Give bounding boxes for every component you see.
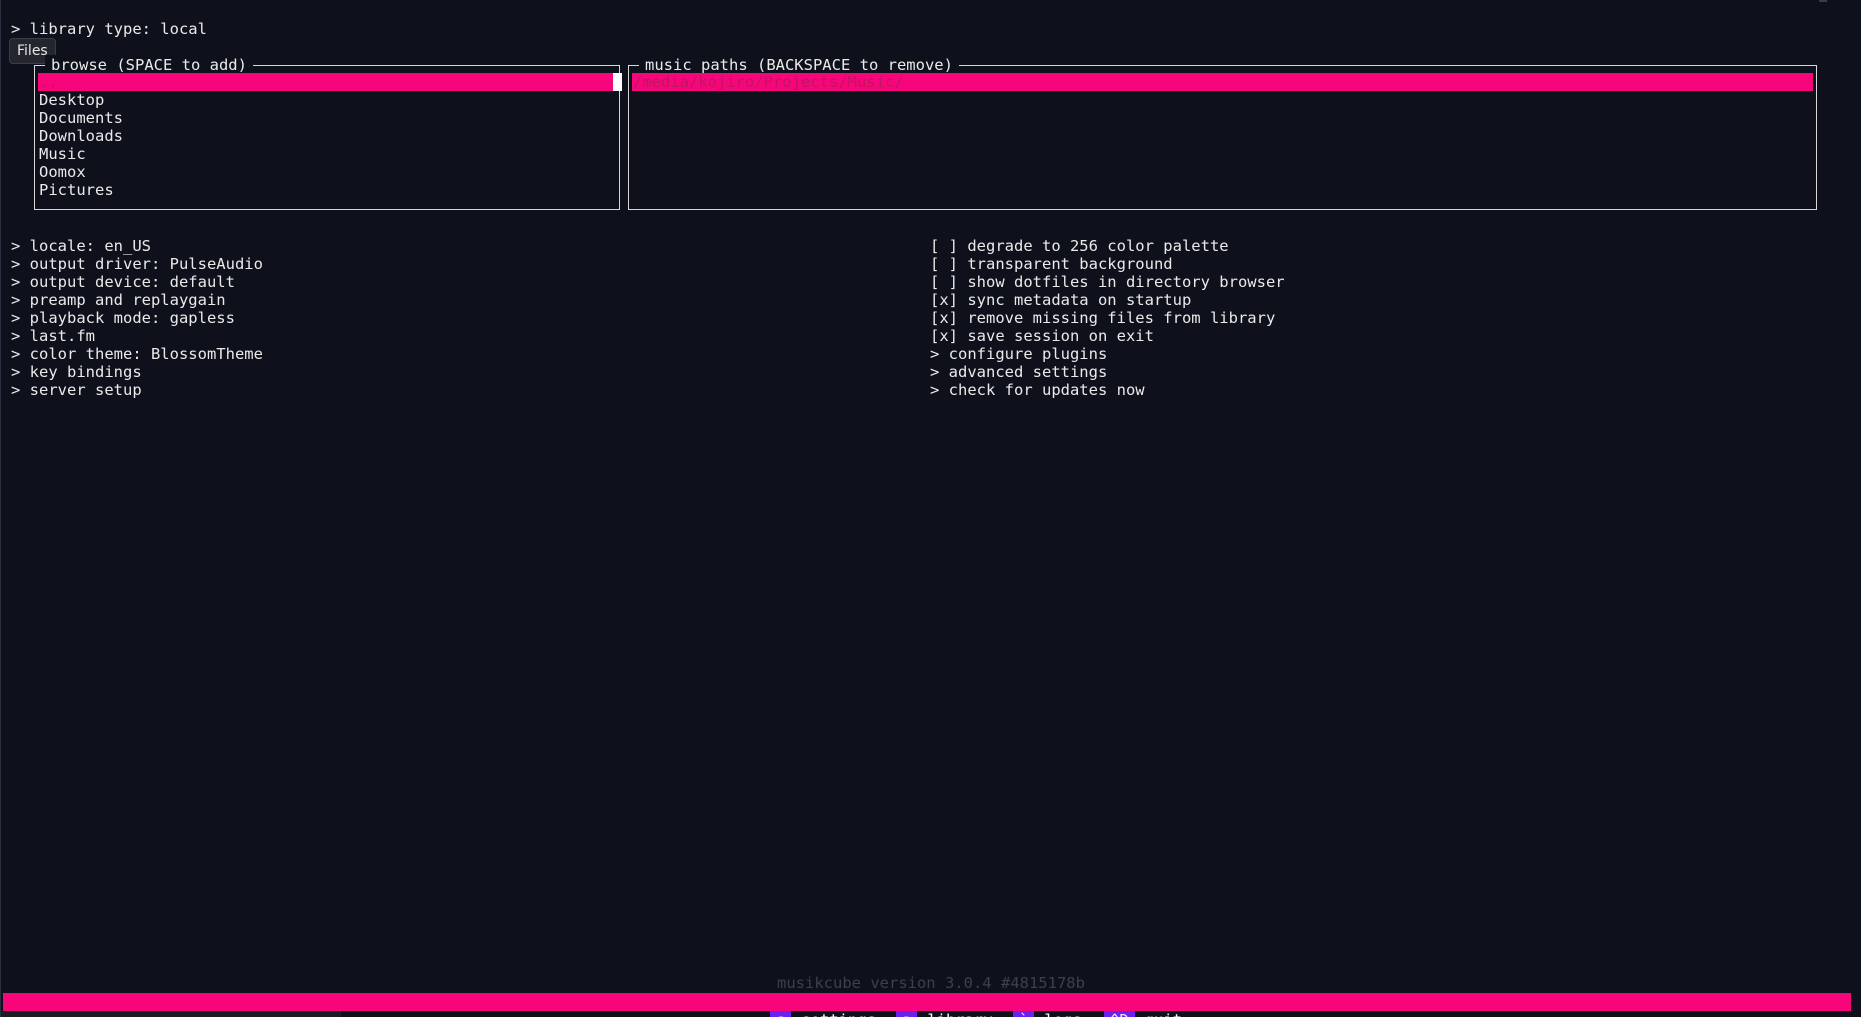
music-paths-panel: music paths (BACKSPACE to remove) /media…: [628, 55, 1817, 210]
browse-panel-title: browse (SPACE to add): [45, 55, 253, 75]
browse-item-desktop[interactable]: Desktop: [38, 91, 616, 109]
key-bindings-setting[interactable]: > key bindings: [11, 363, 142, 381]
library-type-setting[interactable]: > library type: local: [11, 20, 207, 38]
save-session-checkbox[interactable]: [x] save session on exit: [930, 327, 1154, 345]
playback-mode-setting[interactable]: > playback mode: gapless: [11, 309, 235, 327]
sync-metadata-checkbox[interactable]: [x] sync metadata on startup: [930, 291, 1191, 309]
shortcut-bar: ssettings alibrary `logs ^Dquit: [3, 993, 1851, 1017]
shortcut-key-library: a: [896, 1011, 918, 1017]
locale-setting[interactable]: > locale: en_US: [11, 237, 151, 255]
browse-scrollbar-thumb[interactable]: [613, 73, 622, 91]
transparent-background-checkbox[interactable]: [ ] transparent background: [930, 255, 1173, 273]
shortcut-label-quit: quit: [1135, 1011, 1192, 1017]
check-updates-setting[interactable]: > check for updates now: [930, 381, 1145, 399]
browse-list[interactable]: .. Desktop Documents Downloads Music Oom…: [38, 73, 616, 199]
lastfm-setting[interactable]: > last.fm: [11, 327, 95, 345]
browse-item-parent[interactable]: ..: [38, 73, 616, 91]
remove-missing-files-checkbox[interactable]: [x] remove missing files from library: [930, 309, 1275, 327]
browse-panel: browse (SPACE to add) .. Desktop Documen…: [34, 55, 622, 210]
configure-plugins-setting[interactable]: > configure plugins: [930, 345, 1107, 363]
browse-item-downloads[interactable]: Downloads: [38, 127, 616, 145]
output-device-setting[interactable]: > output device: default: [11, 273, 235, 291]
output-driver-setting[interactable]: > output driver: PulseAudio: [11, 255, 263, 273]
terminal-window: > library type: local Files browse (SPAC…: [0, 0, 1861, 1017]
music-paths-panel-title: music paths (BACKSPACE to remove): [639, 55, 959, 75]
color-theme-setting[interactable]: > color theme: BlossomTheme: [11, 345, 263, 363]
browse-item-oomox[interactable]: Oomox: [38, 163, 616, 181]
browse-item-music[interactable]: Music: [38, 145, 616, 163]
music-path-item[interactable]: /media/kojiro/Projects/Music/: [632, 73, 1813, 91]
version-label: musikcube version 3.0.4 #4815178b: [777, 974, 1085, 992]
browse-item-pictures[interactable]: Pictures: [38, 181, 616, 199]
preamp-replaygain-setting[interactable]: > preamp and replaygain: [11, 291, 226, 309]
degrade-palette-checkbox[interactable]: [ ] degrade to 256 color palette: [930, 237, 1229, 255]
server-setup-setting[interactable]: > server setup: [11, 381, 142, 399]
window-edge-mark: [1819, 0, 1827, 2]
shortcut-key-logs: `: [1013, 1011, 1035, 1017]
browse-item-documents[interactable]: Documents: [38, 109, 616, 127]
bottom-edge-strip: [1, 1011, 341, 1017]
show-dotfiles-checkbox[interactable]: [ ] show dotfiles in directory browser: [930, 273, 1285, 291]
shortcut-key-settings: s: [770, 1011, 792, 1017]
music-paths-list[interactable]: /media/kojiro/Projects/Music/: [632, 73, 1813, 91]
shortcut-key-quit: ^D: [1104, 1011, 1135, 1017]
shortcut-quit[interactable]: ^Dquit: [1048, 993, 1192, 1017]
advanced-settings-setting[interactable]: > advanced settings: [930, 363, 1107, 381]
